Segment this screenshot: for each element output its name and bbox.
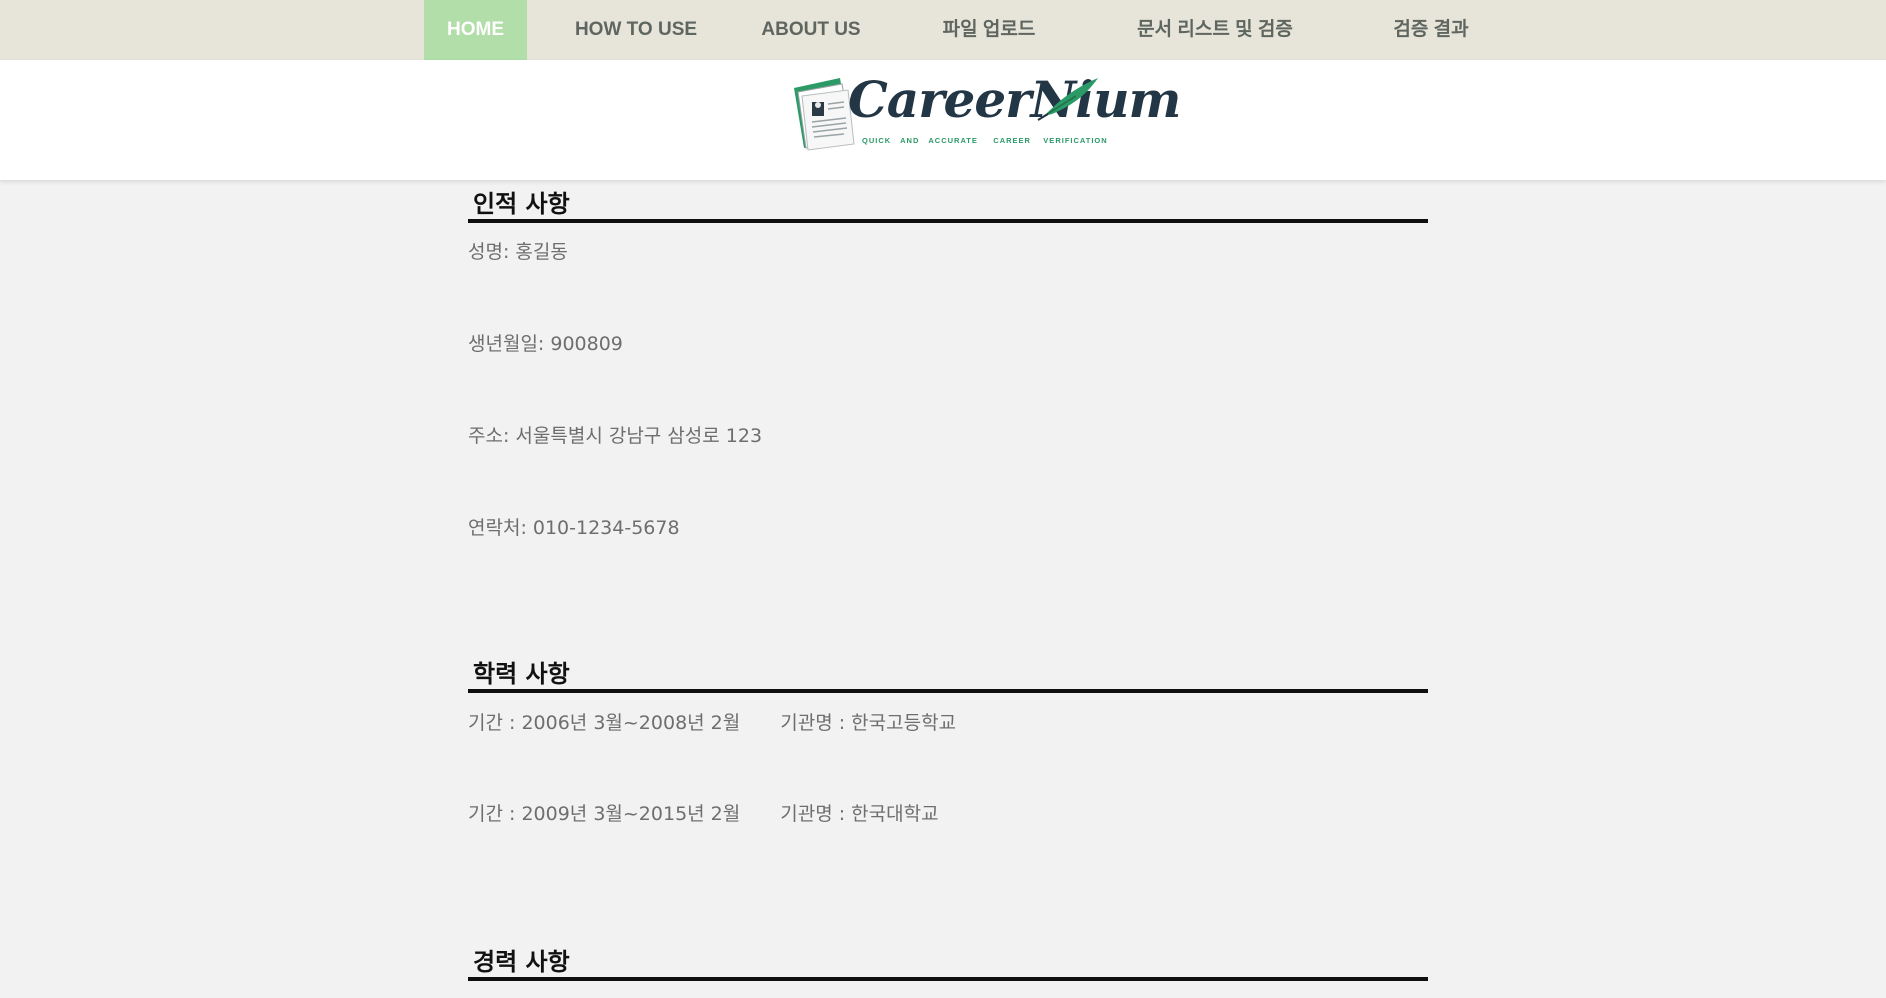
quill-icon <box>1037 78 1098 121</box>
education-entry: 기간 : 2009년 3월~2015년 2월 기관명 : 한국대학교 <box>468 799 939 826</box>
career-title: 경력 사항 <box>473 948 570 976</box>
nav-home[interactable]: HOME <box>424 0 527 66</box>
education-entry: 기간 : 2006년 3월~2008년 2월 기관명 : 한국고등학교 <box>468 708 956 735</box>
section-divider <box>468 977 1428 981</box>
nav-document-list[interactable]: 문서 리스트 및 검증 <box>1120 0 1310 60</box>
education-period: 기간 : 2009년 3월~2015년 2월 <box>468 803 741 825</box>
education-institution: 기관명 : 한국고등학교 <box>780 712 957 734</box>
nav-verification-result[interactable]: 검증 결과 <box>1378 0 1484 60</box>
top-navigation: HOME HOW TO USE ABOUT US 파일 업로드 문서 리스트 및… <box>0 0 1886 66</box>
name-field: 성명: 홍길동 <box>468 241 568 263</box>
careernium-logo[interactable]: CareerNium QUICK AND ACCURATE CAREER VER… <box>786 70 1181 164</box>
logo-tagline: QUICK AND ACCURATE CAREER VERIFICATION <box>862 136 1108 145</box>
education-title: 학력 사항 <box>473 660 570 688</box>
personal-info-title: 인적 사항 <box>473 190 570 218</box>
address-field: 주소: 서울특별시 강남구 삼성로 123 <box>468 425 763 447</box>
contact-field: 연락처: 010-1234-5678 <box>468 517 680 539</box>
education-institution: 기관명 : 한국대학교 <box>780 803 939 825</box>
nav-file-upload[interactable]: 파일 업로드 <box>920 0 1058 60</box>
section-divider <box>468 689 1428 693</box>
nav-how-to-use[interactable]: HOW TO USE <box>572 0 700 60</box>
site-header: CareerNium QUICK AND ACCURATE CAREER VER… <box>0 60 1886 180</box>
nav-about-us[interactable]: ABOUT US <box>756 0 866 60</box>
education-period: 기간 : 2006년 3월~2008년 2월 <box>468 712 741 734</box>
section-divider <box>468 219 1428 223</box>
logo-wordmark: CareerNium <box>848 70 1181 129</box>
birthdate-field: 생년월일: 900809 <box>468 333 623 355</box>
